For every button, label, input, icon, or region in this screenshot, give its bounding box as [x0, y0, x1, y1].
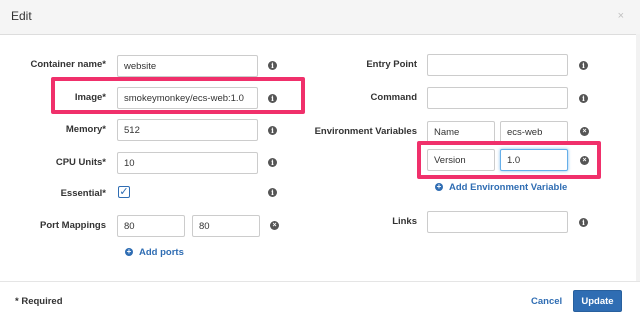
remove-env-var-icon[interactable]: ×	[580, 156, 589, 165]
env-vars-label: Environment Variables	[314, 126, 417, 137]
essential-info-icon[interactable]: i	[268, 188, 277, 197]
container-name-info-icon[interactable]: i	[268, 61, 277, 70]
dialog-header: Edit ×	[0, 0, 640, 35]
links-info-icon[interactable]: i	[579, 218, 588, 227]
update-button[interactable]: Update	[573, 290, 622, 312]
image-input[interactable]	[117, 87, 258, 109]
add-env-var-link[interactable]: + Add Environment Variable	[435, 182, 567, 193]
required-note: * Required	[15, 296, 63, 307]
remove-env-var-icon[interactable]: ×	[580, 127, 589, 136]
links-label: Links	[392, 216, 417, 227]
command-info-icon[interactable]: i	[579, 94, 588, 103]
cpu-units-input[interactable]	[117, 152, 258, 174]
env-var-key-input[interactable]	[427, 149, 495, 171]
container-port-input[interactable]	[192, 215, 260, 237]
dialog-title: Edit	[11, 9, 32, 23]
env-var-key-input[interactable]	[427, 121, 495, 143]
env-var-value-input[interactable]	[500, 149, 568, 171]
scrollbar[interactable]	[636, 34, 640, 281]
memory-input[interactable]	[117, 119, 258, 141]
add-icon: +	[125, 247, 133, 257]
host-port-input[interactable]	[117, 215, 185, 237]
container-name-input[interactable]	[117, 55, 258, 77]
add-ports-label: Add ports	[139, 247, 184, 258]
image-label: Image*	[74, 92, 106, 103]
cancel-button[interactable]: Cancel	[531, 296, 562, 307]
container-name-label: Container name*	[30, 59, 107, 70]
essential-label: Essential*	[60, 188, 106, 199]
add-env-var-label: Add Environment Variable	[449, 182, 568, 193]
cpu-units-info-icon[interactable]: i	[268, 158, 277, 167]
command-input[interactable]	[427, 87, 568, 109]
links-input[interactable]	[427, 211, 568, 233]
entry-point-info-icon[interactable]: i	[579, 61, 588, 70]
add-icon: +	[435, 182, 443, 192]
command-label: Command	[370, 92, 417, 103]
entry-point-label: Entry Point	[366, 59, 417, 70]
env-var-value-input[interactable]	[500, 121, 568, 143]
add-ports-link[interactable]: + Add ports	[125, 247, 184, 258]
cpu-units-label: CPU Units*	[55, 157, 106, 168]
image-info-icon[interactable]: i	[268, 94, 277, 103]
entry-point-input[interactable]	[427, 54, 568, 76]
essential-checkbox[interactable]: ✓	[118, 186, 130, 198]
memory-info-icon[interactable]: i	[268, 126, 277, 135]
memory-label: Memory*	[65, 124, 106, 135]
close-icon[interactable]: ×	[618, 10, 624, 22]
port-mappings-label: Port Mappings	[40, 220, 106, 231]
remove-port-mapping-icon[interactable]: ×	[270, 221, 279, 230]
